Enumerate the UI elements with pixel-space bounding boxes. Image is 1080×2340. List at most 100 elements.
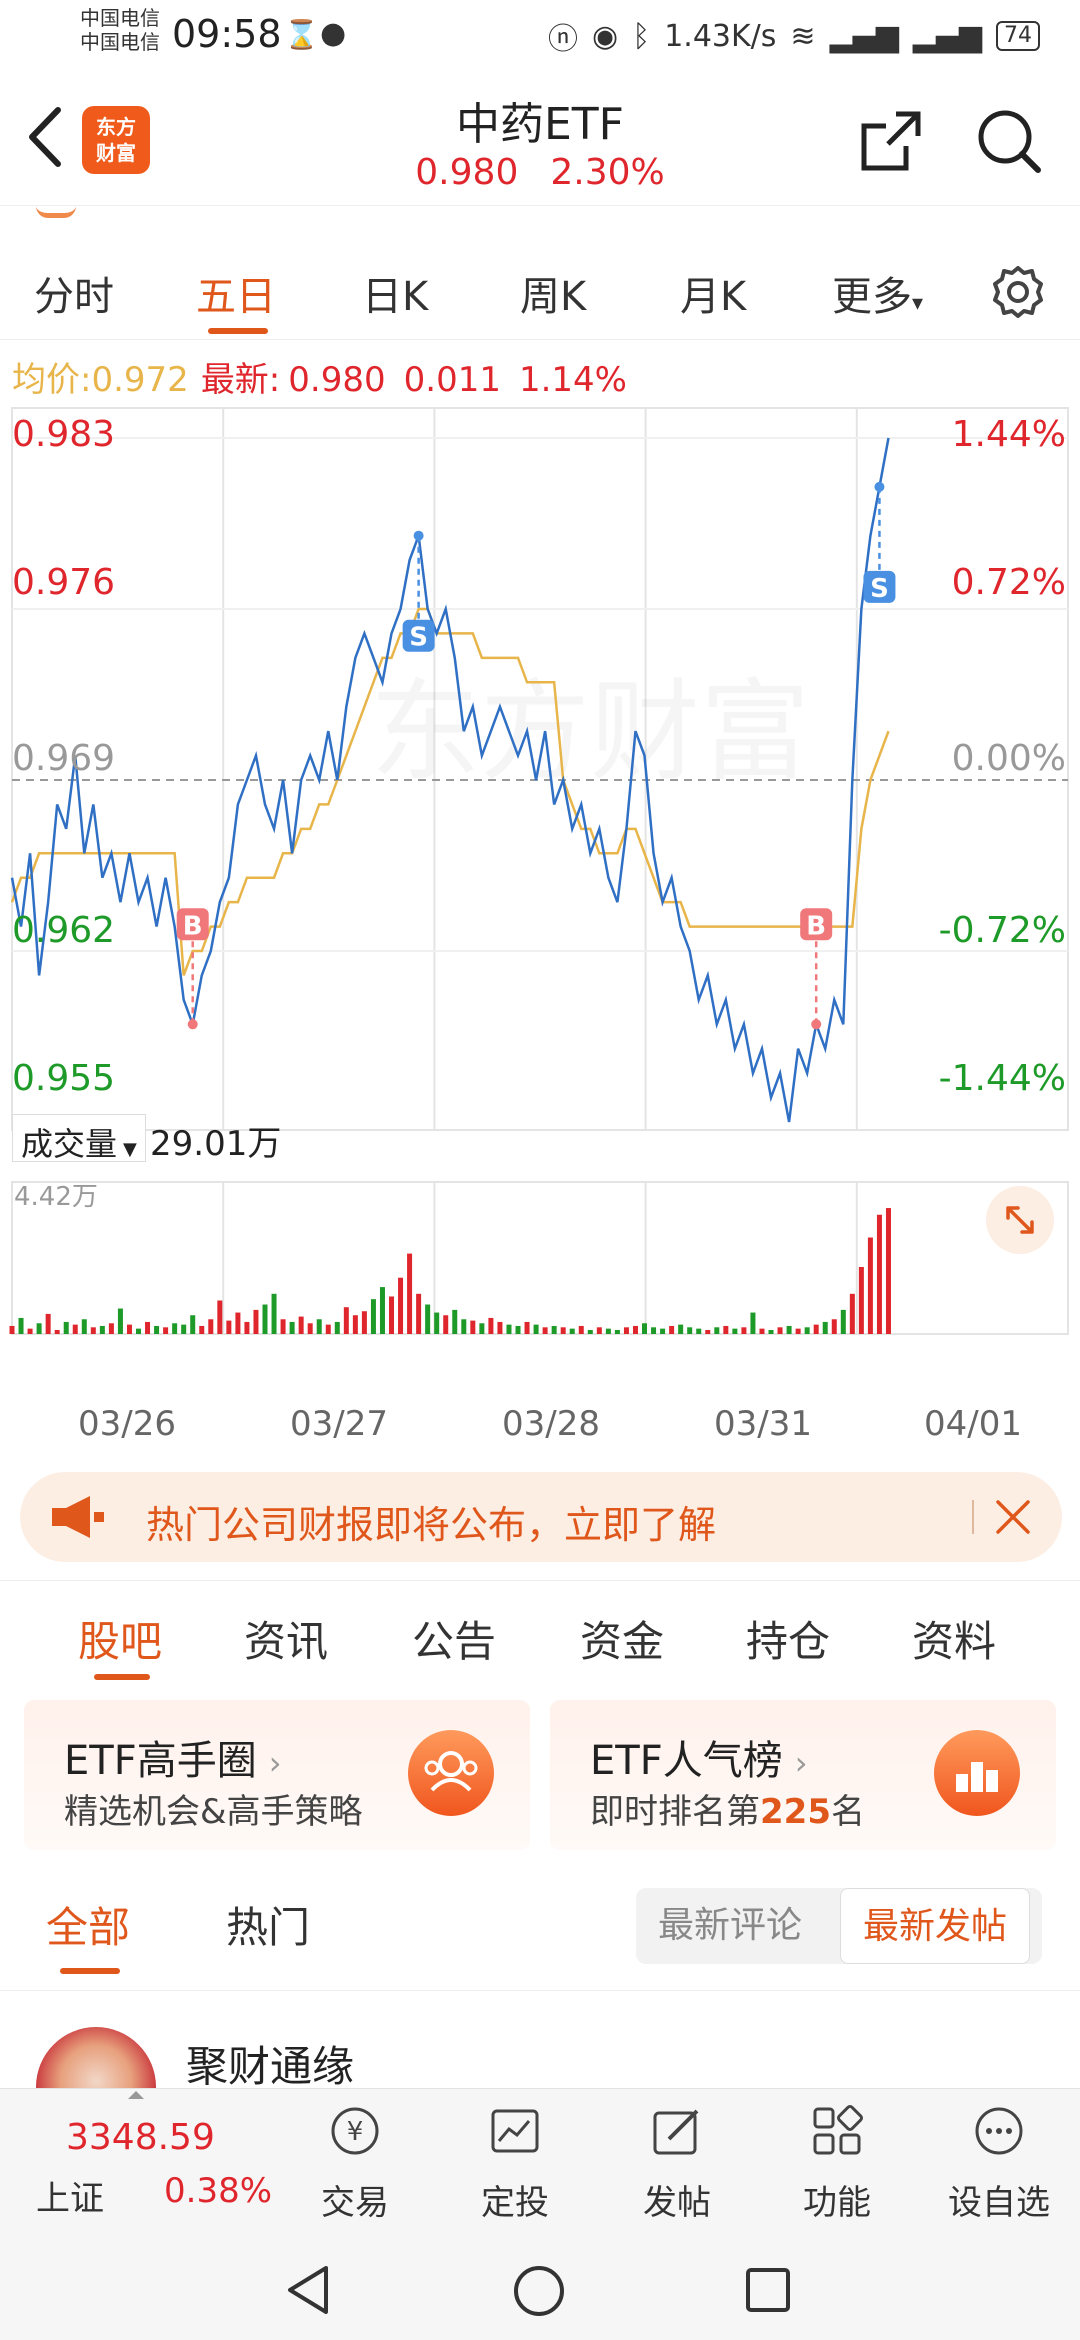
volume-bar [470,1320,476,1334]
stock-header: 东方 财富 中药ETF 0.980 2.30% [0,72,1080,206]
more-icon [975,2107,1023,2155]
back-triangle-icon[interactable] [284,2264,332,2316]
tab-funds[interactable]: 资金 [580,1608,664,1669]
volume-bar [443,1315,449,1334]
tab-daily-k[interactable]: 日K [362,264,428,322]
chevron-right-icon: › [794,1744,808,1782]
card-etf-ranking[interactable]: ETF人气榜 › 即时排名第225名 [550,1700,1056,1850]
volume-bar [361,1311,367,1334]
volume-bar [90,1327,96,1334]
svg-text:¥: ¥ [347,2117,364,2147]
tab-guba[interactable]: 股吧 [78,1608,162,1669]
index-value[interactable]: 3348.59 [66,2117,215,2158]
chart-info-line: 均价:0.972 最新: 0.980 0.011 1.14% [12,352,627,401]
volume-bar [45,1313,51,1334]
volume-bar [786,1325,792,1334]
volume-bar [145,1321,151,1334]
chevron-right-icon: › [268,1744,282,1782]
volume-bar [163,1327,169,1334]
volume-bar [72,1324,78,1334]
volume-bar [678,1324,684,1334]
tab-profile[interactable]: 资料 [912,1608,996,1669]
volume-bar [280,1319,286,1334]
index-name[interactable]: 上证 [36,2171,104,2220]
chart-tabs: 分时 五日 日K 周K 月K 更多▾ [0,240,1080,340]
volume-bar [452,1309,458,1334]
volume-bar [687,1327,693,1334]
card-title: ETF人气榜 [590,1738,783,1784]
functions-button[interactable]: 功能 [762,2089,912,2225]
card-etf-experts[interactable]: ETF高手圈 › 精选机会&高手策略 [24,1700,530,1850]
buy-marker: B [800,908,833,1030]
volume-bar [208,1319,214,1334]
tab-intraday[interactable]: 分时 [34,264,114,322]
tab-holdings[interactable]: 持仓 [746,1608,830,1669]
wifi-icon: ≋ [790,18,816,54]
volume-bar [108,1323,114,1334]
tab-announcements[interactable]: 公告 [412,1608,496,1669]
home-circle-icon[interactable] [512,2264,566,2318]
latest-label: 最新: [200,360,281,400]
status-bar: 中国电信 中国电信 09:58 ⌛ ● ⓝ ◉ ᛒ 1.43K/s ≋ ▂▄▆ … [0,0,1080,72]
close-icon[interactable] [994,1498,1032,1536]
post-item[interactable]: 聚财通缘 [0,1990,1080,2147]
tab-monthly-k[interactable]: 月K [680,264,746,322]
volume-bar [705,1329,711,1334]
volume-bar [605,1328,611,1334]
volume-bar [117,1308,123,1334]
net-speed: 1.43K/s [664,18,777,54]
tab-more[interactable]: 更多▾ [832,264,923,322]
volume-bar [876,1214,882,1334]
trade-button[interactable]: ¥ 交易 [280,2089,430,2225]
y-tick-left: 0.955 [12,1058,116,1099]
tab-weekly-k[interactable]: 周K [520,264,586,322]
volume-bar [660,1328,666,1334]
volume-bar [99,1325,105,1334]
y-tick-right: 0.00% [951,738,1066,779]
tab-hot[interactable]: 热门 [226,1894,310,1955]
auto-invest-button[interactable]: 定投 [440,2089,590,2225]
earnings-banner[interactable]: 热门公司财报即将公布，立即了解 [20,1472,1062,1562]
active-tab-indicator [60,1968,120,1974]
tab-all[interactable]: 全部 [46,1894,130,1955]
battery-icon: 74 [996,21,1040,51]
volume-bar [343,1307,349,1334]
share-icon[interactable] [856,106,926,176]
avg-value: 0.972 [91,360,189,400]
x-tick: 04/01 [924,1404,1022,1444]
volume-bar [696,1328,702,1334]
index-change[interactable]: 0.38% [164,2171,272,2211]
signal-icon: ▂▄▆ [829,18,899,54]
volume-bar [262,1304,268,1334]
volume-bar [226,1320,232,1334]
search-icon[interactable] [974,106,1044,176]
volume-bar [398,1277,404,1334]
sell-marker: S [402,530,435,653]
post-username[interactable]: 聚财通缘 [186,2033,354,2094]
volume-bar [9,1325,15,1334]
volume-bar [813,1324,819,1334]
volume-bar [488,1317,494,1334]
add-watchlist-button[interactable]: 设自选 [924,2089,1074,2225]
expand-icon[interactable] [986,1186,1054,1254]
tab-news[interactable]: 资讯 [244,1608,328,1669]
volume-selector[interactable]: 成交量 ▼ [12,1114,146,1163]
tab-five-day[interactable]: 五日 [196,264,276,322]
megaphone-icon [52,1496,104,1538]
system-nav-bar [0,2224,1080,2340]
y-tick-left: 0.976 [12,562,116,603]
sort-latest-post[interactable]: 最新发帖 [840,1888,1031,1964]
vol-space [12,782,1068,1334]
volume-bar [325,1324,331,1334]
x-tick: 03/26 [78,1404,176,1444]
gear-icon[interactable] [990,264,1046,320]
new-post-button[interactable]: 发帖 [602,2089,752,2225]
chart-canvas: 东方财富 B S B S [9,407,1069,1335]
volume-bar [759,1328,765,1334]
sort-latest-comment[interactable]: 最新评论 [636,1888,824,1964]
five-day-chart[interactable]: 东方财富 BSBS 0.983 0.976 0.969 0.962 0.955 … [0,400,1080,1460]
marker-label: B [183,911,203,941]
active-tab-indicator [94,1674,150,1680]
recents-square-icon[interactable] [744,2266,792,2314]
volume-bar [389,1296,395,1334]
